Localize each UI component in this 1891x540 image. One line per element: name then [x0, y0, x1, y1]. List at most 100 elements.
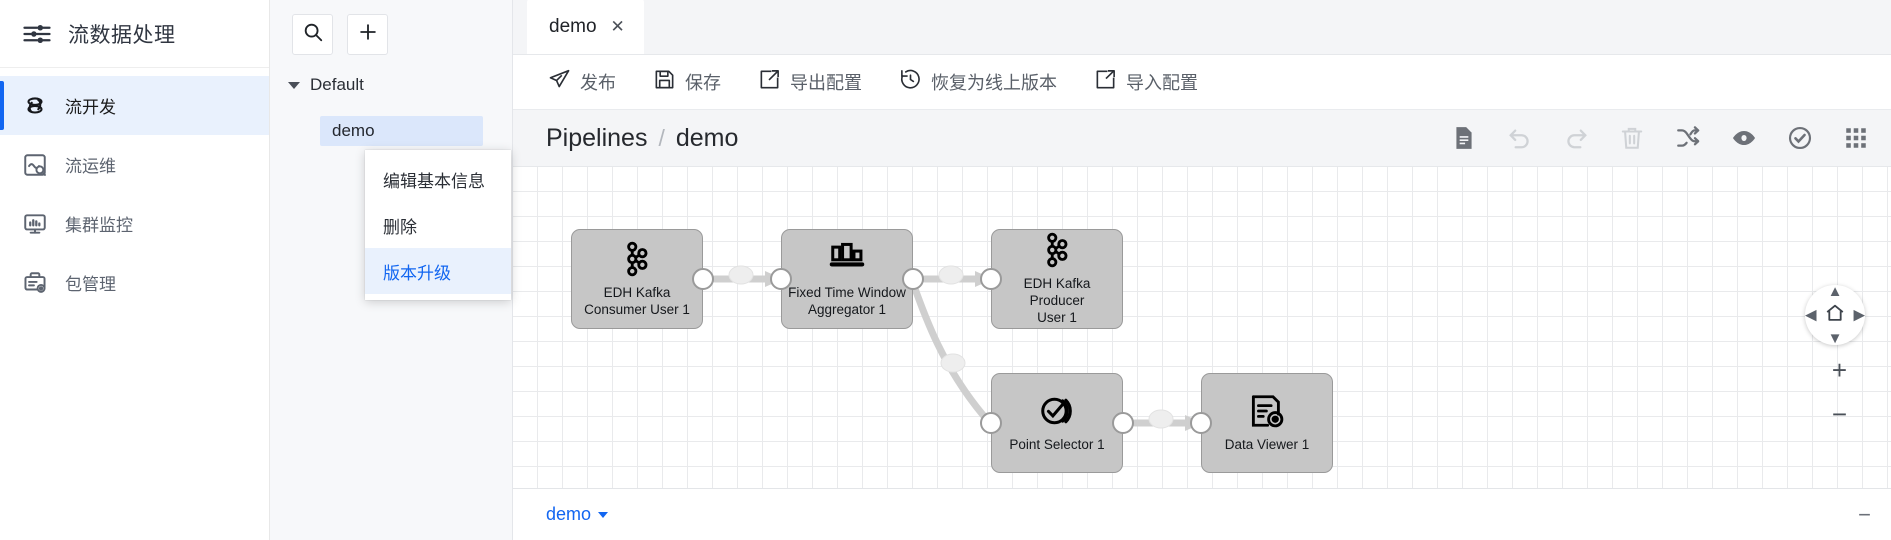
compass-right-arrow[interactable]: ▶	[1853, 308, 1865, 323]
node-input-port[interactable]	[770, 268, 792, 290]
package-manager-icon	[22, 270, 48, 296]
compass-left-arrow[interactable]: ◀	[1805, 308, 1817, 323]
kafka-icon	[618, 240, 656, 278]
restore-online-version-button[interactable]: 恢复为线上版本	[899, 68, 1057, 96]
pipeline-tree-panel: Default demo 编辑基本信息 删除 版本升级	[270, 0, 513, 540]
node-data-viewer-1[interactable]: Data Viewer 1	[1190, 373, 1333, 473]
data-viewer-icon	[1248, 392, 1286, 430]
shuffle-icon[interactable]	[1675, 125, 1701, 151]
node-edh-kafka-producer-user-1[interactable]: EDH Kafka Producer User 1	[980, 229, 1123, 329]
sidebar-item-stream-dev[interactable]: 流开发	[0, 76, 269, 135]
toolbar-button-label: 发布	[580, 73, 616, 93]
cluster-monitor-icon	[22, 211, 48, 237]
sidebar-item-package-manager[interactable]: 包管理	[0, 253, 269, 312]
point-selector-icon	[1038, 392, 1076, 430]
tree-group-label: Default	[310, 75, 364, 94]
import-icon	[1094, 68, 1117, 96]
context-menu-item-label: 编辑基本信息	[383, 171, 485, 191]
check-circle-icon[interactable]	[1787, 125, 1813, 151]
tree-item-demo[interactable]: demo	[320, 116, 483, 146]
edge-n2-n4	[909, 279, 995, 427]
kafka-icon	[1038, 231, 1076, 269]
brand-title: 流数据处理	[68, 23, 176, 47]
stream-data-icon	[22, 19, 52, 49]
context-menu-item-delete[interactable]: 删除	[365, 202, 511, 248]
import-config-button[interactable]: 导入配置	[1094, 68, 1198, 96]
export-icon	[758, 68, 781, 96]
undo-icon[interactable]	[1507, 125, 1533, 151]
sidebar: 流数据处理 流开发 流运维 集群监控 包管理	[0, 0, 270, 540]
node-point-selector-1[interactable]: Point Selector 1	[980, 373, 1134, 473]
node-label: Fixed Time Window Aggregator 1	[788, 284, 906, 317]
tab-label: demo	[549, 15, 597, 37]
sidebar-nav: 流开发 流运维 集群监控 包管理	[0, 68, 269, 312]
status-pipeline-name[interactable]: demo	[546, 504, 591, 525]
toolbar-button-label: 导入配置	[1126, 73, 1198, 93]
sidebar-item-cluster-monitor[interactable]: 集群监控	[0, 194, 269, 253]
trash-icon[interactable]	[1619, 125, 1645, 151]
breadcrumb-bar: Pipelines / demo	[513, 110, 1891, 167]
search-button[interactable]	[292, 13, 333, 55]
node-output-port[interactable]	[692, 268, 714, 290]
canvas-action-icons	[1451, 125, 1869, 151]
add-pipeline-button[interactable]	[347, 13, 388, 55]
restore-icon	[899, 68, 922, 96]
sidebar-item-label: 流运维	[65, 157, 116, 176]
app-root: 流数据处理 流开发 流运维 集群监控 包管理 Default demo 编辑基本…	[0, 0, 1891, 540]
breadcrumb-current: demo	[675, 123, 739, 152]
stream-ops-icon	[22, 152, 48, 178]
toolbar-button-label: 保存	[685, 73, 721, 93]
tab-demo[interactable]: demo ✕	[527, 0, 644, 54]
grid-icon[interactable]	[1843, 125, 1869, 151]
search-icon	[302, 21, 324, 48]
export-config-button[interactable]: 导出配置	[758, 68, 862, 96]
editor-toolbar: 发布 保存 导出配置 恢复为线上版本 导入配置	[513, 55, 1891, 110]
document-icon[interactable]	[1451, 125, 1477, 151]
edge-badge-1	[728, 265, 754, 285]
node-input-port[interactable]	[1190, 412, 1212, 434]
sidebar-item-label: 包管理	[65, 275, 116, 294]
context-menu-item-version-upgrade[interactable]: 版本升级	[365, 248, 511, 294]
save-button[interactable]: 保存	[653, 68, 721, 96]
node-output-port[interactable]	[902, 268, 924, 290]
toolbar-button-label: 恢复为线上版本	[931, 73, 1057, 93]
close-icon[interactable]: ✕	[611, 18, 625, 35]
chevron-down-icon	[288, 81, 300, 89]
publish-icon	[548, 68, 571, 96]
stream-dev-icon	[22, 93, 48, 119]
node-input-port[interactable]	[980, 268, 1002, 290]
node-fixed-time-window-aggregator-1[interactable]: Fixed Time Window Aggregator 1	[770, 229, 924, 329]
save-icon	[653, 68, 676, 96]
tab-bar: demo ✕	[513, 0, 1891, 55]
brand: 流数据处理	[0, 0, 269, 68]
canvas-compass[interactable]: ▲ ▼ ◀ ▶	[1805, 284, 1865, 346]
node-label: Data Viewer 1	[1224, 437, 1310, 453]
sidebar-item-label: 集群监控	[65, 216, 133, 235]
node-edh-kafka-consumer-user-1[interactable]: EDH Kafka Consumer User 1	[571, 229, 714, 329]
edge-badge-4	[1148, 409, 1174, 429]
edge-badge-3	[940, 353, 966, 373]
aggregator-icon	[828, 240, 866, 278]
redo-icon[interactable]	[1563, 125, 1589, 151]
compass-up-arrow[interactable]: ▲	[1828, 284, 1843, 299]
breadcrumb-root[interactable]: Pipelines	[546, 124, 647, 153]
edge-badge-2	[938, 265, 964, 285]
chevron-down-icon[interactable]	[598, 511, 609, 518]
zoom-out-button[interactable]: −	[1832, 401, 1847, 427]
zoom-in-button[interactable]: +	[1832, 357, 1847, 383]
compass-down-arrow[interactable]: ▼	[1828, 331, 1843, 346]
node-output-port[interactable]	[1112, 412, 1134, 434]
minus-icon[interactable]: −	[1858, 502, 1871, 528]
pipeline-canvas[interactable]: EDH Kafka Consumer User 1 Fixed Time Wind…	[513, 167, 1891, 488]
tree-group-default[interactable]: Default	[270, 68, 512, 102]
publish-button[interactable]: 发布	[548, 68, 616, 96]
breadcrumb: Pipelines / demo	[546, 124, 738, 153]
status-bar: demo −	[513, 488, 1891, 540]
node-input-port[interactable]	[980, 412, 1002, 434]
node-label: Point Selector 1	[1009, 437, 1105, 453]
canvas-grid[interactable]: EDH Kafka Consumer User 1 Fixed Time Wind…	[513, 167, 1891, 488]
home-icon	[1824, 302, 1846, 329]
eye-icon[interactable]	[1731, 125, 1757, 151]
context-menu-item-edit-basic-info[interactable]: 编辑基本信息	[365, 156, 511, 202]
sidebar-item-stream-ops[interactable]: 流运维	[0, 135, 269, 194]
